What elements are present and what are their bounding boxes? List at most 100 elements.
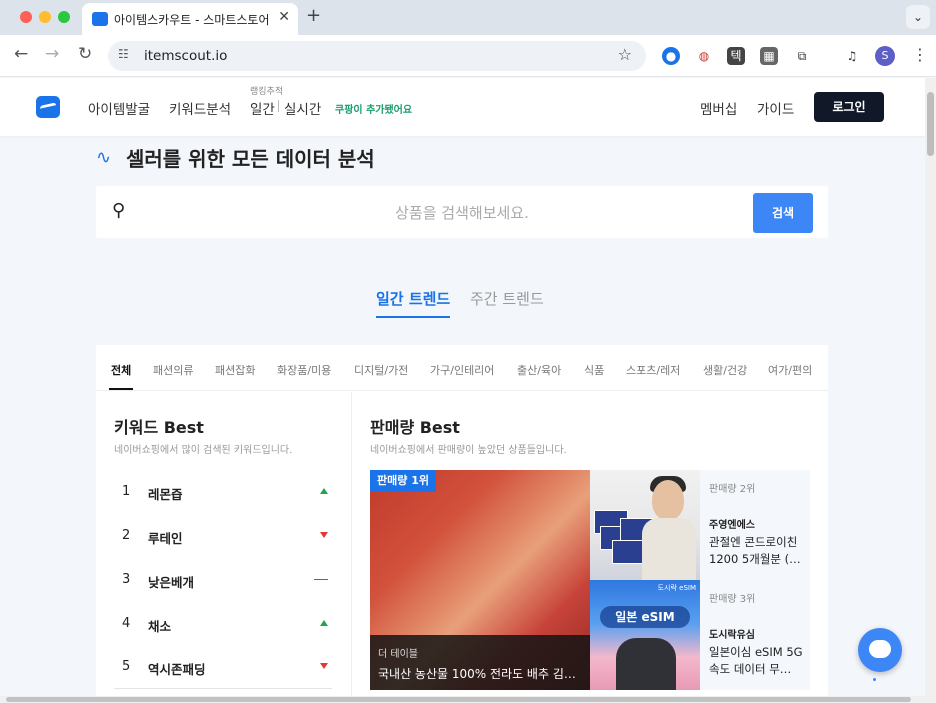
rank-tracking-label: 랭킹추적: [250, 87, 284, 97]
login-button[interactable]: 로그인: [814, 92, 884, 122]
nav-item-rank-daily[interactable]: 일간: [250, 98, 275, 118]
close-window-button[interactable]: [20, 11, 32, 23]
scroll-thumb[interactable]: [927, 92, 934, 156]
keyword-name: 낮은베개: [148, 575, 195, 590]
product-card-rank-1[interactable]: 판매량 1위 더 테이블 국내산 농산물 100% 전라도 배추 김치…: [370, 470, 590, 690]
product-image-rank-2[interactable]: [590, 470, 700, 580]
category-living[interactable]: 생활/건강: [703, 362, 747, 378]
browser-toolbar: ← → ↻ ☷ itemscout.io ☆ ● ◍ 텍 ▦ ⧉ ♫ S ⋮: [0, 35, 936, 77]
url-text: itemscout.io: [144, 48, 228, 64]
browser-tab-bar: 아이템스카우트 - 스마트스토어 및 ✕ + ⌄: [0, 0, 936, 35]
site-header: 아이템발굴 키워드분석 랭킹추적 일간 실시간 쿠팡이 추가됐어요 멤버십 가이…: [0, 78, 925, 136]
chat-dots-icon: [873, 647, 887, 681]
nav-item-guide[interactable]: 가이드: [757, 98, 794, 118]
keyword-row[interactable]: 1 레몬즙: [122, 482, 328, 502]
maximize-window-button[interactable]: [58, 11, 70, 23]
keyword-best-title: 키워드 Best: [114, 418, 204, 437]
keyword-name: 역시존패딩: [148, 662, 206, 677]
horizontal-scrollbar[interactable]: [0, 696, 925, 703]
keyword-row[interactable]: 4 채소: [122, 614, 328, 634]
extensions-icon[interactable]: ⧉: [793, 47, 811, 65]
category-all[interactable]: 전체: [108, 362, 134, 390]
tab-search-icon[interactable]: ⌄: [906, 5, 930, 29]
extension-tag-icon[interactable]: 텍: [727, 47, 745, 65]
category-sports[interactable]: 스포츠/레저: [626, 362, 680, 378]
product-info-rank-2[interactable]: 판매량 2위 주영엔에스 관절엔 콘드로이친 1200 5개월분 (…: [700, 470, 810, 580]
keyword-rank: 5: [122, 659, 131, 674]
nav-item-keyword[interactable]: 키워드분석: [169, 98, 231, 118]
trend-card: 전체 패션의류 패션잡화 화장품/미용 디지털/가전 가구/인테리어 출산/육아…: [96, 345, 828, 703]
rank-label: 판매량 3위: [709, 594, 756, 605]
new-tab-icon[interactable]: +: [306, 5, 321, 26]
category-fashion-clothing[interactable]: 패션의류: [153, 362, 193, 378]
nav-divider: [278, 100, 279, 112]
product-image-rank-3[interactable]: 도시락 eSIM 일본 eSIM: [590, 580, 700, 690]
sales-best-subtitle: 네이버쇼핑에서 판매량이 높았던 상품들입니다.: [370, 445, 567, 456]
model-face: [652, 480, 684, 520]
extension-calendar-icon[interactable]: ▦: [760, 47, 778, 65]
product-info-rank-3[interactable]: 판매량 3위 도시락유심 일본이심 eSIM 5G 속도 데이터 무…: [700, 580, 810, 690]
scroll-thumb[interactable]: [6, 697, 911, 702]
pulse-icon: ∿: [96, 147, 112, 168]
keyword-row[interactable]: 5 역시존패딩: [122, 657, 328, 677]
trend-up-icon: [320, 620, 328, 626]
search-button[interactable]: 검색: [753, 193, 813, 233]
keyword-rank: 2: [122, 528, 131, 543]
chat-button[interactable]: [858, 628, 902, 681]
product-name: 관절엔 콘드로이친 1200 5개월분 (…: [709, 535, 801, 566]
model-figure: [616, 638, 676, 690]
search-input[interactable]: 상품을 검색해보세요.: [96, 202, 828, 223]
keyword-name: 채소: [148, 619, 172, 634]
category-beauty[interactable]: 화장품/미용: [277, 362, 331, 378]
tab-close-icon[interactable]: ✕: [278, 9, 290, 25]
tab-daily-trend[interactable]: 일간 트렌드: [376, 288, 451, 318]
rank-label: 판매량 2위: [709, 484, 756, 495]
sales-best-title: 판매량 Best: [370, 418, 460, 437]
browser-tab[interactable]: 아이템스카우트 - 스마트스토어 및 ✕: [82, 3, 298, 35]
favicon-icon: [92, 12, 108, 26]
keyword-rank: 3: [122, 572, 131, 587]
extension-bug-icon[interactable]: ◍: [695, 47, 713, 65]
tab-weekly-trend[interactable]: 주간 트렌드: [470, 288, 544, 309]
column-divider: [351, 392, 352, 703]
store-name: 주영엔에스: [709, 520, 755, 531]
category-digital[interactable]: 디지털/가전: [354, 362, 408, 378]
keyword-rank: 1: [122, 484, 131, 499]
kebab-menu-icon[interactable]: ⋮: [912, 45, 928, 64]
nav-item-membership[interactable]: 멤버십: [700, 98, 737, 118]
reload-icon[interactable]: ↻: [78, 44, 92, 64]
category-fashion-goods[interactable]: 패션잡화: [215, 362, 255, 378]
extension-chat-icon[interactable]: ●: [662, 47, 680, 65]
media-icon[interactable]: ♫: [843, 47, 861, 65]
store-name: 도시락유심: [709, 630, 755, 641]
site-info-icon[interactable]: ☷: [118, 47, 129, 61]
nav-item-rank-realtime[interactable]: 실시간: [284, 98, 321, 118]
address-bar[interactable]: ☷ itemscout.io ☆: [108, 41, 646, 71]
rank-badge: 판매량 1위: [370, 470, 436, 492]
divider: [114, 688, 332, 689]
category-food[interactable]: 식품: [584, 362, 604, 378]
profile-avatar[interactable]: S: [875, 46, 895, 66]
star-icon[interactable]: ☆: [618, 45, 632, 64]
category-baby[interactable]: 출산/육아: [517, 362, 561, 378]
keyword-row[interactable]: 3 낮은베개: [122, 570, 328, 590]
trend-up-icon: [320, 488, 328, 494]
keyword-best-subtitle: 네이버쇼핑에서 많이 검색된 키워드입니다.: [114, 445, 293, 456]
category-furniture[interactable]: 가구/인테리어: [430, 362, 494, 378]
keyword-row[interactable]: 2 루테인: [122, 526, 328, 546]
vertical-scrollbar[interactable]: [925, 78, 936, 703]
minimize-window-button[interactable]: [39, 11, 51, 23]
hero-title: 셀러를 위한 모든 데이터 분석: [126, 147, 375, 171]
product-name: 일본이심 eSIM 5G 속도 데이터 무…: [709, 645, 803, 676]
back-icon[interactable]: ←: [14, 44, 28, 64]
category-leisure[interactable]: 여가/편의: [768, 362, 812, 378]
trend-same-icon: [314, 579, 328, 580]
store-name: 더 테이블: [378, 649, 418, 660]
trend-down-icon: [320, 663, 328, 669]
coupang-badge[interactable]: 쿠팡이 추가됐어요: [335, 101, 412, 116]
itemscout-logo-icon[interactable]: [36, 96, 60, 118]
product-name: 국내산 농산물 100% 전라도 배추 김치…: [378, 667, 584, 681]
nav-item-discover[interactable]: 아이템발굴: [88, 98, 150, 118]
trend-down-icon: [320, 532, 328, 538]
forward-icon[interactable]: →: [45, 44, 59, 64]
